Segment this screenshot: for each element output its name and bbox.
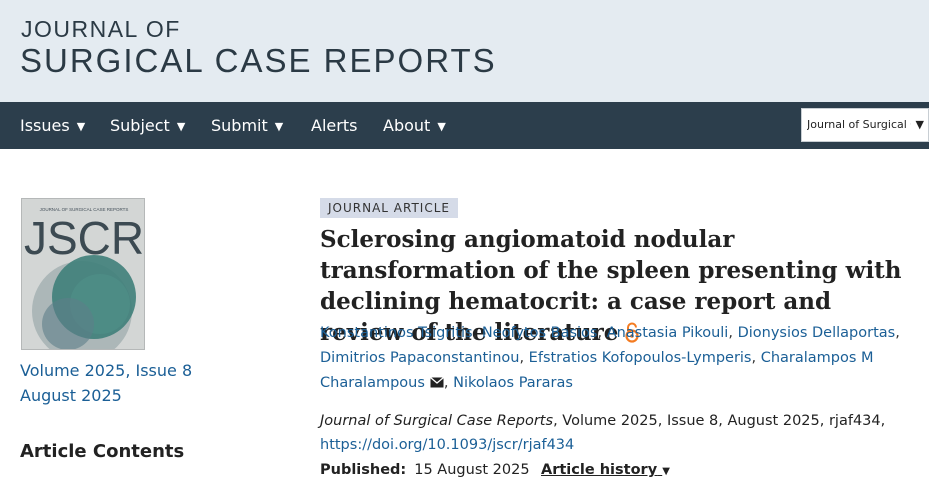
publication-date: Published: 15 August 2025 xyxy=(320,462,530,478)
article-history-toggle[interactable]: Article history ▼ xyxy=(541,462,670,478)
caret-down-icon: ▼ xyxy=(915,118,924,131)
caret-down-icon: ▼ xyxy=(176,120,186,133)
journal-logo-line2[interactable]: SURGICAL CASE REPORTS xyxy=(20,42,497,80)
doi-link[interactable]: https://doi.org/10.1093/jscr/rjaf434 xyxy=(320,437,574,453)
nav-alerts[interactable]: Alerts xyxy=(311,102,357,149)
nav-submit[interactable]: Submit ▼ xyxy=(211,102,283,149)
author-link[interactable]: Neofytos Basios xyxy=(482,325,598,341)
author-link[interactable]: Nikolaos Pararas xyxy=(453,375,573,391)
citation-details: , Volume 2025, Issue 8, August 2025, rja… xyxy=(553,413,886,429)
caret-down-icon: ▼ xyxy=(76,120,86,133)
journal-select-value: Journal of Surgical Case Reports xyxy=(807,118,911,131)
nav-about-label: About xyxy=(383,116,431,135)
author-link[interactable]: Anastasia Pikouli xyxy=(607,325,729,341)
author-list: Konstantinos Tsigritis, Neofytos Basios,… xyxy=(320,321,920,397)
journal-logo-line1[interactable]: JOURNAL OF xyxy=(21,16,181,43)
article-contents-heading: Article Contents xyxy=(20,441,185,462)
author-link[interactable]: Dionysios Dellaportas xyxy=(738,325,896,341)
site-header: JOURNAL OF SURGICAL CASE REPORTS xyxy=(0,0,929,102)
nav-submit-label: Submit xyxy=(211,116,268,135)
issue-link[interactable]: Volume 2025, Issue 8 xyxy=(20,361,192,380)
author-link[interactable]: Konstantinos Tsigritis xyxy=(320,325,473,341)
envelope-icon[interactable] xyxy=(429,372,444,397)
published-label: Published: xyxy=(320,462,407,478)
journal-select[interactable]: Journal of Surgical Case Reports ▼ xyxy=(801,108,929,142)
nav-about[interactable]: About ▼ xyxy=(383,102,446,149)
nav-subject[interactable]: Subject ▼ xyxy=(110,102,185,149)
citation-journal: Journal of Surgical Case Reports xyxy=(320,413,554,429)
article-history-label: Article history xyxy=(541,462,658,478)
nav-issues-label: Issues xyxy=(20,116,70,135)
main-navigation: Issues ▼ Subject ▼ Submit ▼ Alerts About ▼ xyxy=(0,102,929,149)
nav-issues[interactable]: Issues ▼ xyxy=(20,102,85,149)
cover-art: JOURNAL OF SURGICAL CASE REPORTS JSCR xyxy=(22,199,144,349)
issue-date-link[interactable]: August 2025 xyxy=(20,386,122,405)
nav-subject-label: Subject xyxy=(110,116,170,135)
caret-down-icon: ▼ xyxy=(274,120,284,133)
caret-down-icon: ▼ xyxy=(437,120,446,133)
citation: Journal of Surgical Case Reports, Volume… xyxy=(320,409,920,457)
published-date: 15 August 2025 xyxy=(414,462,530,478)
nav-alerts-label: Alerts xyxy=(311,116,358,135)
author-link[interactable]: Efstratios Kofopoulos-Lymperis xyxy=(529,350,752,366)
article-type-badge: JOURNAL ARTICLE xyxy=(320,198,458,218)
journal-cover-image[interactable]: JOURNAL OF SURGICAL CASE REPORTS JSCR xyxy=(21,198,145,350)
author-link[interactable]: Dimitrios Papaconstantinou xyxy=(320,350,519,366)
caret-down-icon: ▼ xyxy=(662,466,670,477)
cover-title: JSCR xyxy=(24,212,144,264)
